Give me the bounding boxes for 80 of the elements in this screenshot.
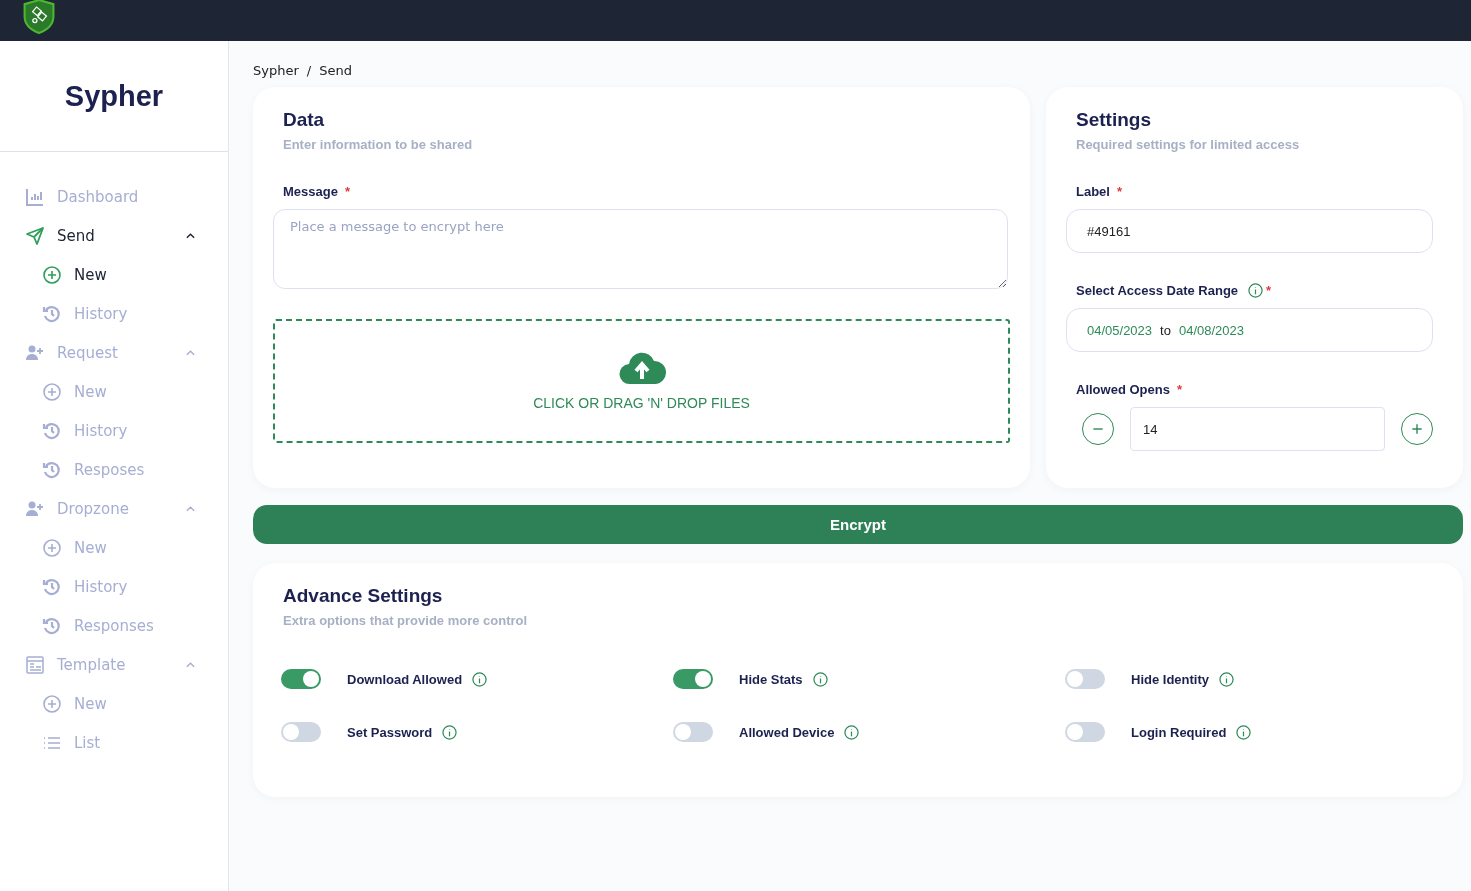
info-icon[interactable] [1219,671,1234,687]
add-circle-icon [42,693,62,714]
sidebar-subitem[interactable]: Resposes [0,450,228,489]
info-icon[interactable] [472,671,488,687]
chevron-icon [185,504,196,513]
sidebar-item[interactable]: Dropzone [0,489,228,528]
toggle-switch[interactable] [1065,669,1105,689]
bar-chart-icon [25,186,45,207]
toggle-switch[interactable] [673,669,713,689]
sidebar-subitem[interactable]: Responses [0,606,228,645]
chevron-icon [185,660,196,669]
info-icon[interactable] [812,671,828,687]
history-icon [42,615,62,636]
info-icon[interactable] [442,724,458,740]
add-circle-icon [42,264,62,285]
chevron-icon [185,231,196,240]
option-label: Login Required [1131,724,1227,740]
toggle-switch[interactable] [1065,722,1105,742]
cloud-upload-icon [617,351,666,385]
toggle-switch[interactable] [281,669,321,689]
add-circle-icon [42,537,62,558]
file-dropzone[interactable]: CLICK OR DRAG 'N' DROP FILES [273,319,1010,443]
field-label: Select Access Date Range [1076,283,1239,298]
breadcrumb-separator: / [306,63,312,78]
required-asterisk: * [344,184,350,199]
toggle-switch[interactable] [281,722,321,742]
increment-button[interactable] [1401,413,1433,445]
required-asterisk: * [1176,382,1182,397]
option-label: Download Allowed [347,671,463,687]
card-subtitle: Extra options that provide more control [283,613,529,628]
field-label: Allowed Opens [1076,382,1170,397]
shield-logo-icon[interactable] [22,0,56,34]
required-asterisk: * [1116,184,1123,199]
card-subtitle: Enter information to be shared [283,137,474,152]
breadcrumb-item[interactable]: Sypher [253,63,299,78]
toggle-switch[interactable] [673,722,713,742]
send-icon [25,225,45,246]
brand-name: Sypher [0,41,228,152]
sidebar-item[interactable]: Request [0,333,228,372]
encrypt-button[interactable]: Encrypt [253,505,1463,544]
sidebar-subitem[interactable]: New [0,528,228,567]
card-title: Data [283,109,326,131]
history-icon [42,303,62,324]
info-icon[interactable] [1236,724,1252,740]
label-field[interactable]: #49161 [1066,209,1433,253]
sidebar-subitem[interactable]: List [0,723,228,762]
add-circle-icon [42,381,62,402]
sidebar-subitem[interactable]: New [0,684,228,723]
chevron-icon [185,348,196,357]
sidebar-subitem[interactable]: History [0,567,228,606]
field-label: Label [1076,184,1110,199]
info-icon[interactable] [1248,283,1264,298]
card-title: Advance Settings [283,585,444,607]
option-label: Hide Identity [1131,671,1209,687]
template-icon [25,654,45,675]
card-subtitle: Required settings for limited access [1076,137,1301,152]
decrement-button[interactable] [1082,413,1114,445]
sidebar-subitem[interactable]: History [0,294,228,333]
sidebar-subitem[interactable]: New [0,372,228,411]
history-icon [42,420,62,441]
sidebar-item[interactable]: Template [0,645,228,684]
card-title: Settings [1076,109,1152,131]
info-icon[interactable] [844,724,860,740]
field-label: Message [283,184,338,199]
date-range-field[interactable]: 04/05/2023 to 04/08/2023 [1066,308,1433,352]
sidebar-subitem[interactable]: New [0,255,228,294]
dropzone-text: CLICK OR DRAG 'N' DROP FILES [533,395,750,411]
history-icon [42,576,62,597]
breadcrumb-item: Send [319,63,352,78]
sidebar-subitem[interactable]: History [0,411,228,450]
sidebar-item[interactable]: Dashboard [0,177,228,216]
option-label: Set Password [347,724,433,740]
option-label: Allowed Device [739,724,835,740]
plus-icon [1410,422,1424,436]
opens-count-field[interactable]: 14 [1130,407,1385,451]
option-label: Hide Stats [739,671,803,687]
required-asterisk: * [1266,283,1272,298]
history-icon [42,459,62,480]
sidebar-item[interactable]: Send [0,216,228,255]
message-field[interactable]: Place a message to encrypt here [273,209,1008,289]
